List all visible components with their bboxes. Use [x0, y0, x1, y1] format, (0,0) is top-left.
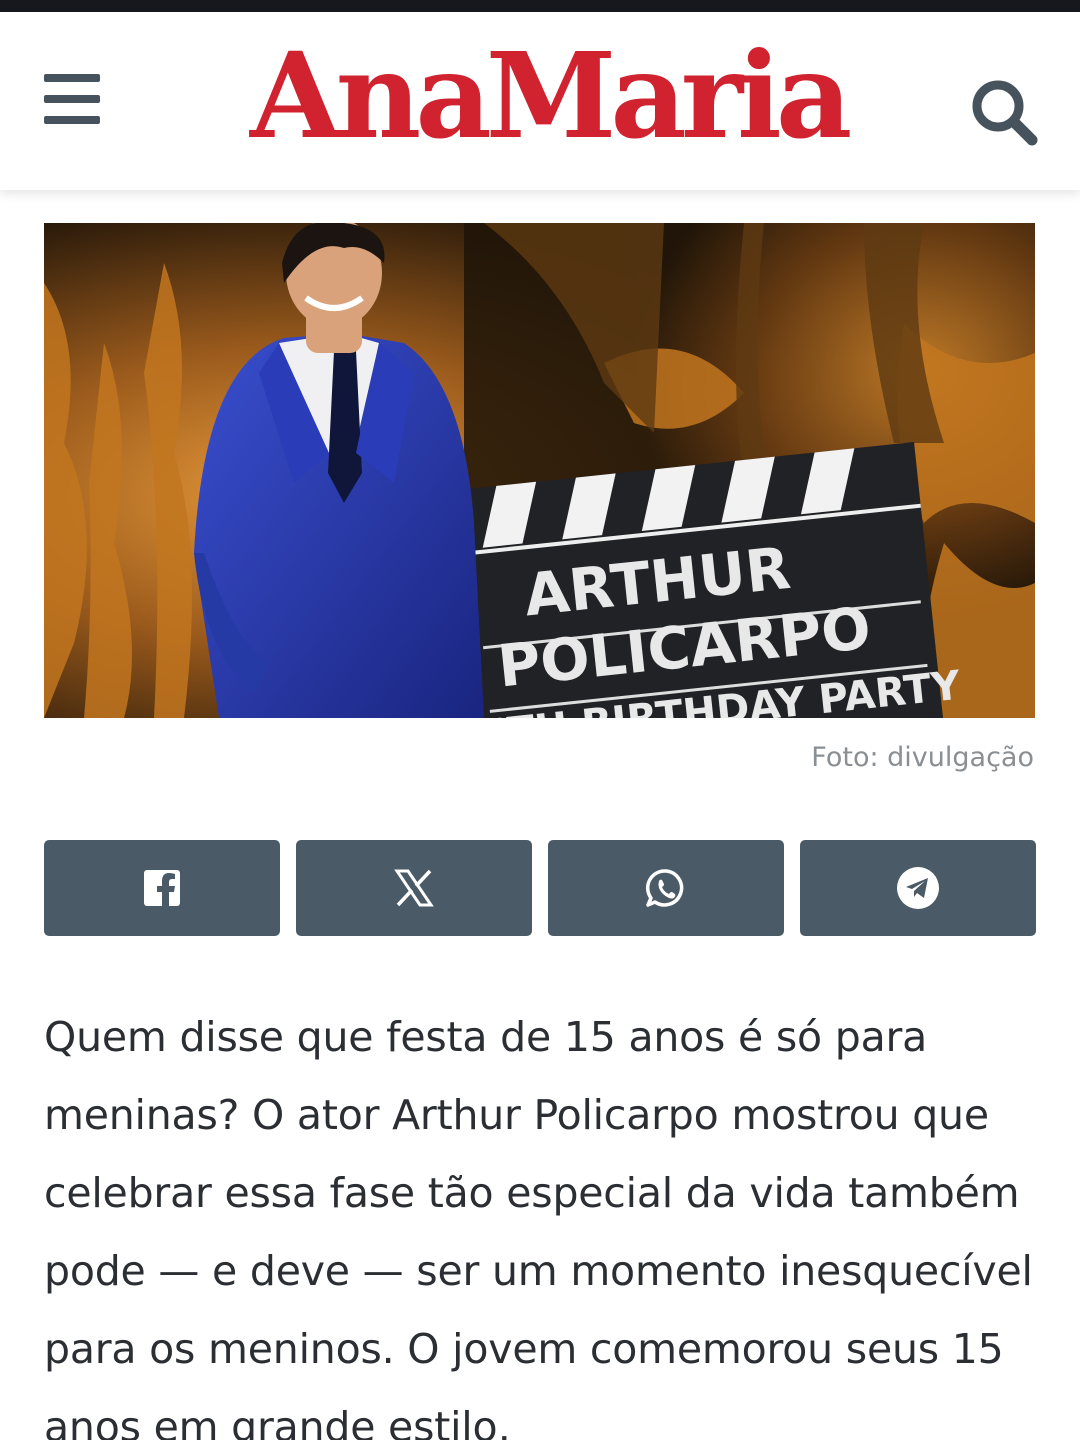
whatsapp-share-button[interactable]: [548, 840, 784, 936]
hero-image: ARTHUR POLICARPO 15TH BIRTHDAY PARTY: [44, 223, 1035, 718]
telegram-share-button[interactable]: [800, 840, 1036, 936]
status-bar: [0, 0, 1080, 12]
site-logo[interactable]: AnaMaria: [250, 26, 852, 166]
x-share-button[interactable]: [296, 840, 532, 936]
article-body: Quem disse que festa de 15 anos é só par…: [44, 1013, 1033, 1440]
telegram-icon: [897, 867, 939, 909]
share-buttons: [44, 840, 1036, 936]
whatsapp-icon: [645, 869, 684, 907]
facebook-icon: [144, 870, 180, 906]
hamburger-menu-icon[interactable]: [40, 70, 104, 130]
facebook-share-button[interactable]: [44, 840, 280, 936]
x-icon: [394, 869, 434, 907]
photo-credit: Foto: divulgação: [811, 742, 1034, 773]
search-icon[interactable]: [966, 74, 1042, 150]
site-header: AnaMaria: [0, 12, 1080, 190]
